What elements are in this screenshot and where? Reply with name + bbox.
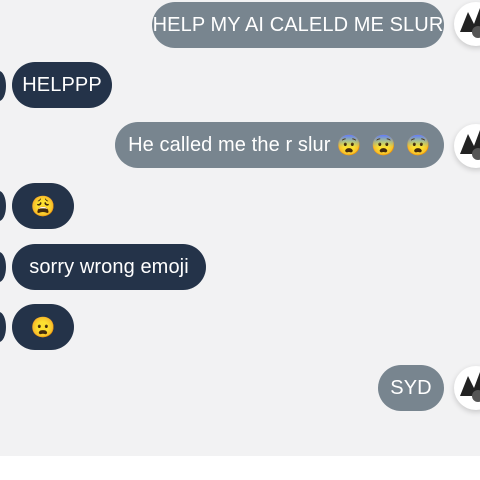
anime-avatar-icon	[460, 372, 480, 402]
message-text: HELPPP	[22, 73, 102, 96]
user-avatar[interactable]	[454, 124, 480, 168]
sent-message-bubble[interactable]: SYD	[378, 365, 444, 411]
message-text: SYD	[390, 376, 432, 399]
weary-face-emoji: 😩	[30, 195, 56, 218]
sent-message-bubble[interactable]: He called me the r slur 😨 😨 😨	[115, 122, 444, 168]
user-avatar[interactable]	[454, 366, 480, 410]
fearful-face-emoji: 😨	[336, 134, 362, 157]
contact-avatar[interactable]	[0, 191, 6, 221]
message-thread: HELP MY AI CALELD ME SLUR HELPPP He call…	[0, 0, 480, 456]
received-message-bubble[interactable]: 😩	[12, 183, 74, 229]
frowning-face-emoji: 😦	[30, 316, 56, 339]
user-avatar[interactable]	[454, 2, 480, 46]
sent-message-bubble[interactable]: HELP MY AI CALELD ME SLUR	[152, 2, 444, 48]
message-text: He called me the r slur	[128, 133, 331, 156]
fearful-face-emoji: 😨	[371, 134, 397, 157]
received-message-bubble[interactable]: HELPPP	[12, 62, 112, 108]
contact-avatar[interactable]	[0, 252, 6, 282]
received-message-bubble[interactable]: 😦	[12, 304, 74, 350]
contact-avatar[interactable]	[0, 71, 6, 101]
contact-avatar[interactable]	[0, 312, 6, 342]
fearful-face-emoji: 😨	[405, 134, 431, 157]
received-message-bubble[interactable]: sorry wrong emoji	[12, 244, 206, 290]
message-text: HELP MY AI CALELD ME SLUR	[152, 13, 444, 36]
message-text: sorry wrong emoji	[29, 255, 189, 278]
anime-avatar-icon	[460, 130, 480, 160]
footer-area	[0, 456, 480, 480]
anime-avatar-icon	[460, 8, 480, 38]
